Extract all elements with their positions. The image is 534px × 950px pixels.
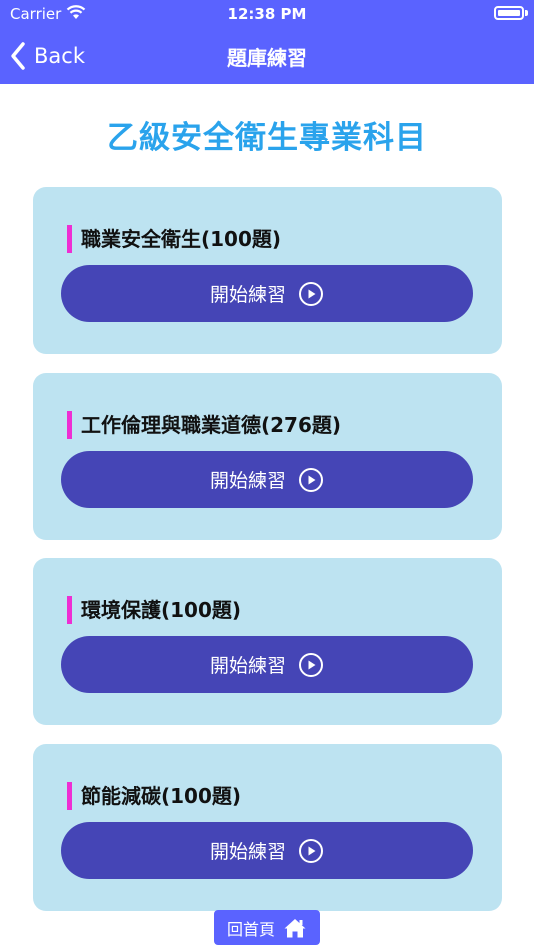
start-practice-button[interactable]: 開始練習: [61, 451, 473, 508]
start-practice-button[interactable]: 開始練習: [61, 636, 473, 693]
start-practice-label: 開始練習: [209, 470, 286, 492]
play-circle-icon: [299, 838, 323, 863]
page-title: 乙級安全衛生專業科目: [107, 120, 427, 156]
battery-tip: [525, 10, 528, 16]
subject-card: 工作倫理與職業道德(276題) 開始練習: [33, 373, 502, 540]
subject-card: 節能減碳(100題) 開始練習: [33, 744, 502, 911]
subject-title: 環境保護(100題): [81, 598, 242, 622]
start-practice-label: 開始練習: [209, 284, 286, 306]
battery-icon: [494, 6, 524, 20]
subject-card: 職業安全衛生(100題) 開始練習: [33, 187, 502, 354]
subject-title: 節能減碳(100題): [81, 784, 242, 808]
subject-title: 工作倫理與職業道德(276題): [81, 413, 342, 437]
accent-bar: [67, 411, 72, 439]
clock: 12:38 PM: [227, 5, 307, 23]
home-icon: [284, 918, 306, 937]
home-label: 回首頁: [226, 919, 275, 939]
subject-title: 職業安全衛生(100題): [81, 227, 282, 251]
start-practice-button[interactable]: 開始練習: [61, 265, 473, 322]
accent-bar: [67, 596, 72, 624]
status-bar: Carrier 12:38 PM: [0, 0, 534, 28]
play-circle-icon: [299, 652, 323, 677]
play-circle-icon: [299, 467, 323, 492]
subject-card: 環境保護(100題) 開始練習: [33, 558, 502, 725]
start-practice-label: 開始練習: [209, 655, 286, 677]
navigation-bar: Back 題庫練習: [0, 28, 534, 84]
accent-bar: [67, 225, 72, 253]
nav-title: 題庫練習: [227, 46, 307, 70]
start-practice-label: 開始練習: [209, 841, 286, 863]
start-practice-button[interactable]: 開始練習: [61, 822, 473, 879]
home-button[interactable]: 回首頁: [214, 910, 320, 945]
play-circle-icon: [299, 281, 323, 306]
accent-bar: [67, 782, 72, 810]
